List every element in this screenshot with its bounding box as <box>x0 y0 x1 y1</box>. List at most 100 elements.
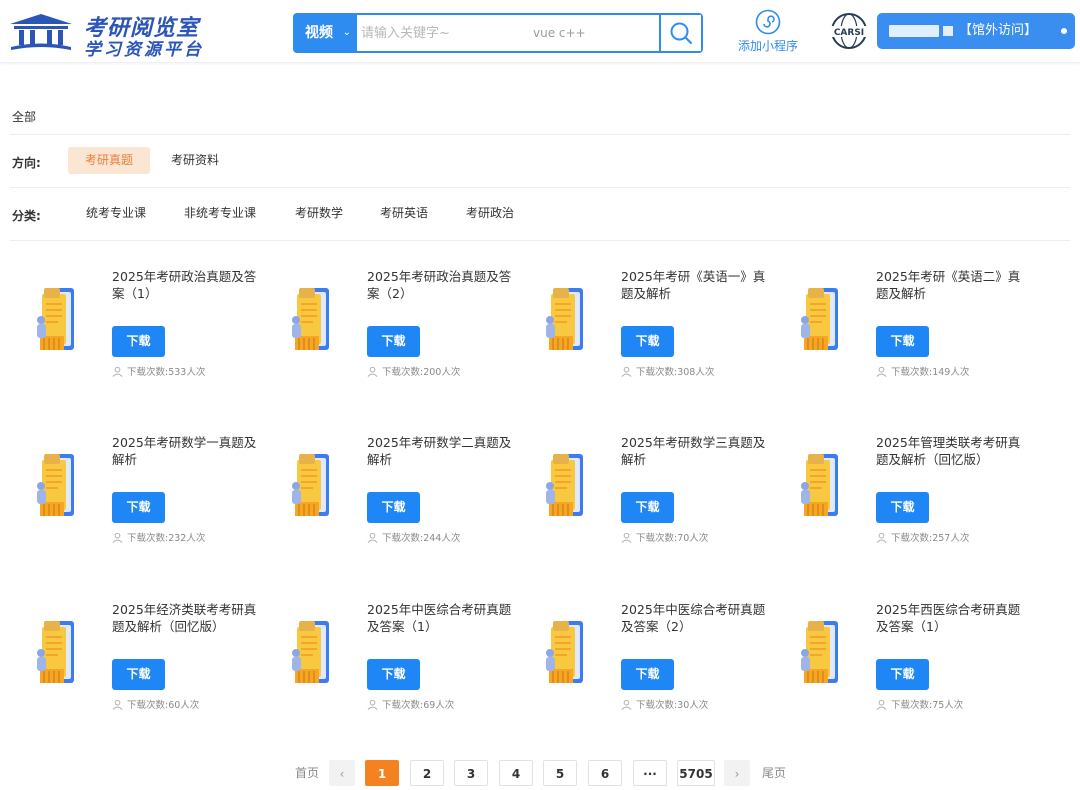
chevron-down-icon: ⌄ <box>342 27 351 38</box>
category-option-english[interactable]: 考研英语 <box>363 200 445 227</box>
filter-all[interactable]: 全部 <box>12 108 36 125</box>
filter-panel: 全部 方向: 考研真题 考研资料 分类: 统考专业课 非统考专业课 考研数学 考… <box>10 96 1070 241</box>
search-button[interactable] <box>659 15 701 51</box>
direction-option-materials[interactable]: 考研资料 <box>154 147 236 174</box>
category-label: 分类: <box>12 209 41 223</box>
download-button[interactable]: 下载 <box>112 326 165 357</box>
resource-card[interactable]: 2025年考研《英语一》真题及解析 下载 下载次数:308人次 <box>511 258 766 398</box>
download-count-prefix: 下载次数: <box>127 367 169 378</box>
resource-title[interactable]: 2025年考研数学三真题及解析 <box>621 434 771 468</box>
download-count-value: 257人次 <box>932 533 970 544</box>
redacted-mark <box>943 25 953 36</box>
resource-title[interactable]: 2025年考研数学一真题及解析 <box>112 434 262 468</box>
download-button[interactable]: 下载 <box>876 492 929 523</box>
resource-card[interactable]: 2025年管理类联考考研真题及解析（回忆版） 下载 下载次数:257人次 <box>766 424 1021 564</box>
download-count-value: 69人次 <box>423 700 455 711</box>
prev-page-button[interactable]: ‹ <box>329 760 355 786</box>
download-button[interactable]: 下载 <box>367 492 420 523</box>
document-thumbnail-icon <box>37 621 74 683</box>
first-page-link[interactable]: 首页 <box>290 760 324 786</box>
download-count: 下载次数:244人次 <box>367 530 460 544</box>
page-6[interactable]: 6 <box>588 760 622 786</box>
page-5[interactable]: 5 <box>543 760 577 786</box>
user-icon <box>112 532 123 543</box>
resource-title[interactable]: 2025年经济类联考考研真题及解析（回忆版） <box>112 601 262 635</box>
download-button[interactable]: 下载 <box>621 659 674 690</box>
resource-card[interactable]: 2025年中医综合考研真题及答案（2） 下载 下载次数:30人次 <box>511 591 766 731</box>
resource-title[interactable]: 2025年中医综合考研真题及答案（1） <box>367 601 517 635</box>
resource-title[interactable]: 2025年考研数学二真题及解析 <box>367 434 517 468</box>
category-option-non-unified[interactable]: 非统考专业课 <box>167 200 273 227</box>
user-icon <box>876 366 887 377</box>
category-option-unified[interactable]: 统考专业课 <box>69 200 163 227</box>
site-logo[interactable]: 考研阅览室 学习资源平台 <box>6 8 236 60</box>
page-2[interactable]: 2 <box>410 760 444 786</box>
last-page-link[interactable]: 尾页 <box>757 760 791 786</box>
resource-title[interactable]: 2025年中医综合考研真题及答案（2） <box>621 601 771 635</box>
category-option-politics[interactable]: 考研政治 <box>449 200 531 227</box>
chevron-left-icon: ‹ <box>339 767 345 781</box>
search-category-select[interactable]: 视频 ⌄ <box>295 15 357 51</box>
download-count-prefix: 下载次数: <box>636 533 678 544</box>
resource-card[interactable]: 2025年考研政治真题及答案（2） 下载 下载次数:200人次 <box>257 258 512 398</box>
category-option-math[interactable]: 考研数学 <box>278 200 360 227</box>
off-campus-access-button[interactable]: 【馆外访问】 <box>877 13 1075 49</box>
download-button[interactable]: 下载 <box>621 326 674 357</box>
document-thumbnail-icon <box>292 621 329 683</box>
user-icon <box>112 699 123 710</box>
document-thumbnail-icon <box>546 454 583 516</box>
download-count: 下载次数:69人次 <box>367 697 454 711</box>
page-3[interactable]: 3 <box>454 760 488 786</box>
resource-title[interactable]: 2025年考研政治真题及答案（2） <box>367 268 517 302</box>
document-thumbnail-icon <box>546 621 583 683</box>
resource-card[interactable]: 2025年考研政治真题及答案（1） 下载 下载次数:533人次 <box>2 258 257 398</box>
download-count-value: 30人次 <box>677 700 709 711</box>
download-count: 下载次数:75人次 <box>876 697 963 711</box>
download-button[interactable]: 下载 <box>876 659 929 690</box>
page-ellipsis[interactable]: ··· <box>633 760 667 786</box>
mini-program-label: 添加小程序 <box>737 39 798 53</box>
resource-title[interactable]: 2025年西医综合考研真题及答案（1） <box>876 601 1026 635</box>
direction-option-exam-papers[interactable]: 考研真题 <box>68 147 151 174</box>
resource-card[interactable]: 2025年考研《英语二》真题及解析 下载 下载次数:149人次 <box>766 258 1021 398</box>
download-count-prefix: 下载次数: <box>382 533 424 544</box>
search-input[interactable] <box>361 17 651 49</box>
resource-card[interactable]: 2025年经济类联考考研真题及解析（回忆版） 下载 下载次数:60人次 <box>2 591 257 731</box>
download-button[interactable]: 下载 <box>367 659 420 690</box>
download-count-value: 533人次 <box>168 367 206 378</box>
pagination: 首页 ‹ 1 2 3 4 5 6 ··· 5705 › 尾页 <box>0 760 1080 786</box>
download-button[interactable]: 下载 <box>876 326 929 357</box>
download-count: 下载次数:149人次 <box>876 364 969 378</box>
download-count-prefix: 下载次数: <box>891 367 933 378</box>
resource-card[interactable]: 2025年考研数学一真题及解析 下载 下载次数:232人次 <box>2 424 257 564</box>
download-count-value: 200人次 <box>423 367 461 378</box>
user-icon <box>876 532 887 543</box>
resource-title[interactable]: 2025年考研《英语二》真题及解析 <box>876 268 1026 302</box>
document-thumbnail-icon <box>37 288 74 350</box>
next-page-button[interactable]: › <box>724 760 750 786</box>
last-page-number[interactable]: 5705 <box>677 760 715 786</box>
download-button[interactable]: 下载 <box>621 492 674 523</box>
page-1[interactable]: 1 <box>365 760 399 786</box>
download-count-prefix: 下载次数: <box>382 367 424 378</box>
top-header: 考研阅览室 学习资源平台 视频 ⌄ vue c++ 添加小程序 CARSI 【 <box>0 0 1080 63</box>
resource-card[interactable]: 2025年考研数学三真题及解析 下载 下载次数:70人次 <box>511 424 766 564</box>
download-button[interactable]: 下载 <box>112 492 165 523</box>
document-thumbnail-icon <box>801 621 838 683</box>
download-button[interactable]: 下载 <box>367 326 420 357</box>
search-hot-keywords[interactable]: vue c++ <box>533 26 586 40</box>
download-button[interactable]: 下载 <box>112 659 165 690</box>
download-count: 下载次数:232人次 <box>112 530 205 544</box>
download-count: 下载次数:533人次 <box>112 364 205 378</box>
redacted-institution-name <box>889 24 939 37</box>
chevron-right-icon: › <box>734 767 740 781</box>
resource-title[interactable]: 2025年管理类联考考研真题及解析（回忆版） <box>876 434 1026 468</box>
add-mini-program-button[interactable]: 添加小程序 <box>733 9 803 55</box>
carsi-logo-icon[interactable]: CARSI <box>830 12 868 50</box>
page-4[interactable]: 4 <box>499 760 533 786</box>
resource-card[interactable]: 2025年考研数学二真题及解析 下载 下载次数:244人次 <box>257 424 512 564</box>
resource-title[interactable]: 2025年考研《英语一》真题及解析 <box>621 268 771 302</box>
resource-card[interactable]: 2025年西医综合考研真题及答案（1） 下载 下载次数:75人次 <box>766 591 1021 731</box>
resource-title[interactable]: 2025年考研政治真题及答案（1） <box>112 268 262 302</box>
resource-card[interactable]: 2025年中医综合考研真题及答案（1） 下载 下载次数:69人次 <box>257 591 512 731</box>
